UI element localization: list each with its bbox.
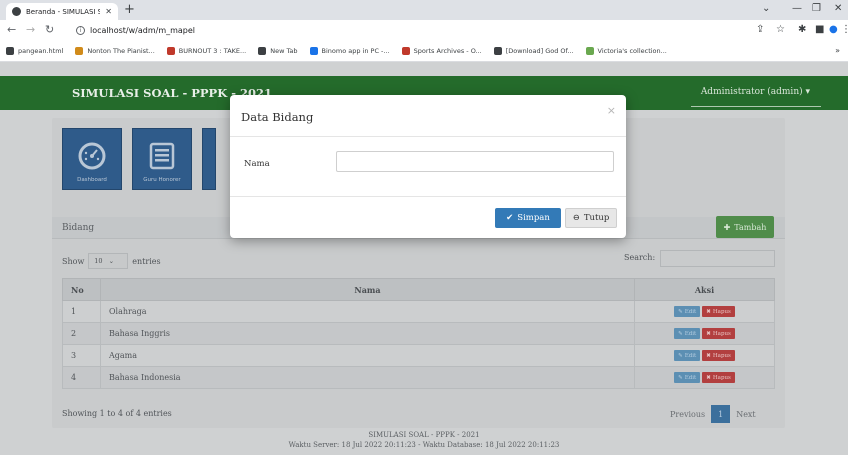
cancel-button-label: Tutup	[583, 213, 610, 223]
browser-tab[interactable]: Beranda - SIMULASI SOAL - PPPK ✕	[6, 3, 118, 20]
binomo-icon	[309, 46, 318, 55]
tab-close-icon[interactable]: ✕	[105, 7, 112, 16]
chevron-down-icon[interactable]: ⌄	[762, 3, 770, 14]
bookmark-item[interactable]: Nonton The Pianist...	[75, 46, 155, 55]
tab-title: Beranda - SIMULASI SOAL - PPPK	[26, 7, 101, 16]
bookmark-label: Binomo app in PC -...	[321, 46, 390, 55]
modal-body: Nama	[230, 137, 626, 197]
url-text: localhost/w/adm/m_mapel	[90, 25, 196, 35]
close-window-icon[interactable]: ✕	[834, 3, 842, 14]
bookmark-item[interactable]: BURNOUT 3 : TAKE...	[166, 46, 247, 55]
bookmark-item[interactable]: [Download] God Of...	[493, 46, 574, 55]
restore-icon[interactable]: ❐	[812, 3, 821, 14]
browser-toolbar: ← → ↻ i localhost/w/adm/m_mapel ⇪ ☆ ✱ ■ …	[0, 20, 848, 40]
bookmarks-bar: pangean.html Nonton The Pianist... BURNOUT…	[0, 40, 848, 62]
modal-title: Data Bidang	[241, 110, 314, 124]
check-icon: ✔	[506, 213, 514, 223]
star-icon[interactable]: ☆	[776, 24, 785, 35]
modal-footer: ✔ Simpan ⊖ Tutup	[230, 197, 626, 237]
globe-icon	[12, 7, 21, 16]
bookmark-item[interactable]: pangean.html	[6, 46, 64, 55]
globe-icon	[258, 46, 267, 55]
forward-icon[interactable]: →	[26, 23, 35, 36]
bookmark-item[interactable]: Sports Archives - O...	[401, 46, 482, 55]
circle-minus-icon: ⊖	[572, 213, 580, 223]
reload-icon[interactable]: ↻	[45, 23, 54, 36]
modal-header: Data Bidang ×	[230, 95, 626, 137]
game-icon	[166, 46, 175, 55]
bookmark-item[interactable]: New Tab	[258, 46, 298, 55]
globe-icon	[493, 46, 502, 55]
minimize-icon[interactable]: —	[792, 3, 802, 14]
leaf-icon	[585, 46, 594, 55]
extensions-icon[interactable]: ✱	[798, 24, 806, 35]
bookmark-label: Victoria's collection...	[597, 46, 667, 55]
sidepanel-icon[interactable]: ■	[815, 24, 824, 35]
bookmark-label: New Tab	[270, 46, 298, 55]
info-icon[interactable]: i	[76, 25, 85, 35]
browser-tabstrip: Beranda - SIMULASI SOAL - PPPK ✕ + ⌄ — ❐…	[0, 0, 848, 20]
cancel-button[interactable]: ⊖ Tutup	[565, 208, 617, 228]
back-icon[interactable]: ←	[7, 23, 16, 36]
bookmark-item[interactable]: Victoria's collection...	[585, 46, 667, 55]
new-tab-button[interactable]: +	[124, 2, 135, 17]
save-button-label: Simpan	[517, 213, 550, 223]
bookmarks-more-button[interactable]: »	[835, 46, 840, 55]
bookmark-label: pangean.html	[18, 46, 64, 55]
close-icon[interactable]: ×	[607, 104, 616, 117]
menu-icon[interactable]: ⋮	[841, 24, 848, 35]
bookmark-label: BURNOUT 3 : TAKE...	[178, 46, 247, 55]
nama-label: Nama	[244, 159, 270, 169]
share-icon[interactable]: ⇪	[756, 24, 764, 35]
profile-icon[interactable]: ●	[829, 24, 838, 35]
bookmark-label: [Download] God Of...	[505, 46, 574, 55]
save-button[interactable]: ✔ Simpan	[495, 208, 561, 228]
address-bar[interactable]: i localhost/w/adm/m_mapel	[76, 22, 726, 38]
bookmark-item[interactable]: Binomo app in PC -...	[309, 46, 390, 55]
bookmark-label: Sports Archives - O...	[413, 46, 482, 55]
modal-data-bidang: Data Bidang × Nama ✔ Simpan ⊖ Tutup	[230, 95, 626, 238]
bookmark-label: Nonton The Pianist...	[87, 46, 155, 55]
nama-input[interactable]	[336, 151, 614, 172]
gamepad-icon	[401, 46, 410, 55]
film-icon	[75, 46, 84, 55]
globe-icon	[6, 46, 14, 55]
